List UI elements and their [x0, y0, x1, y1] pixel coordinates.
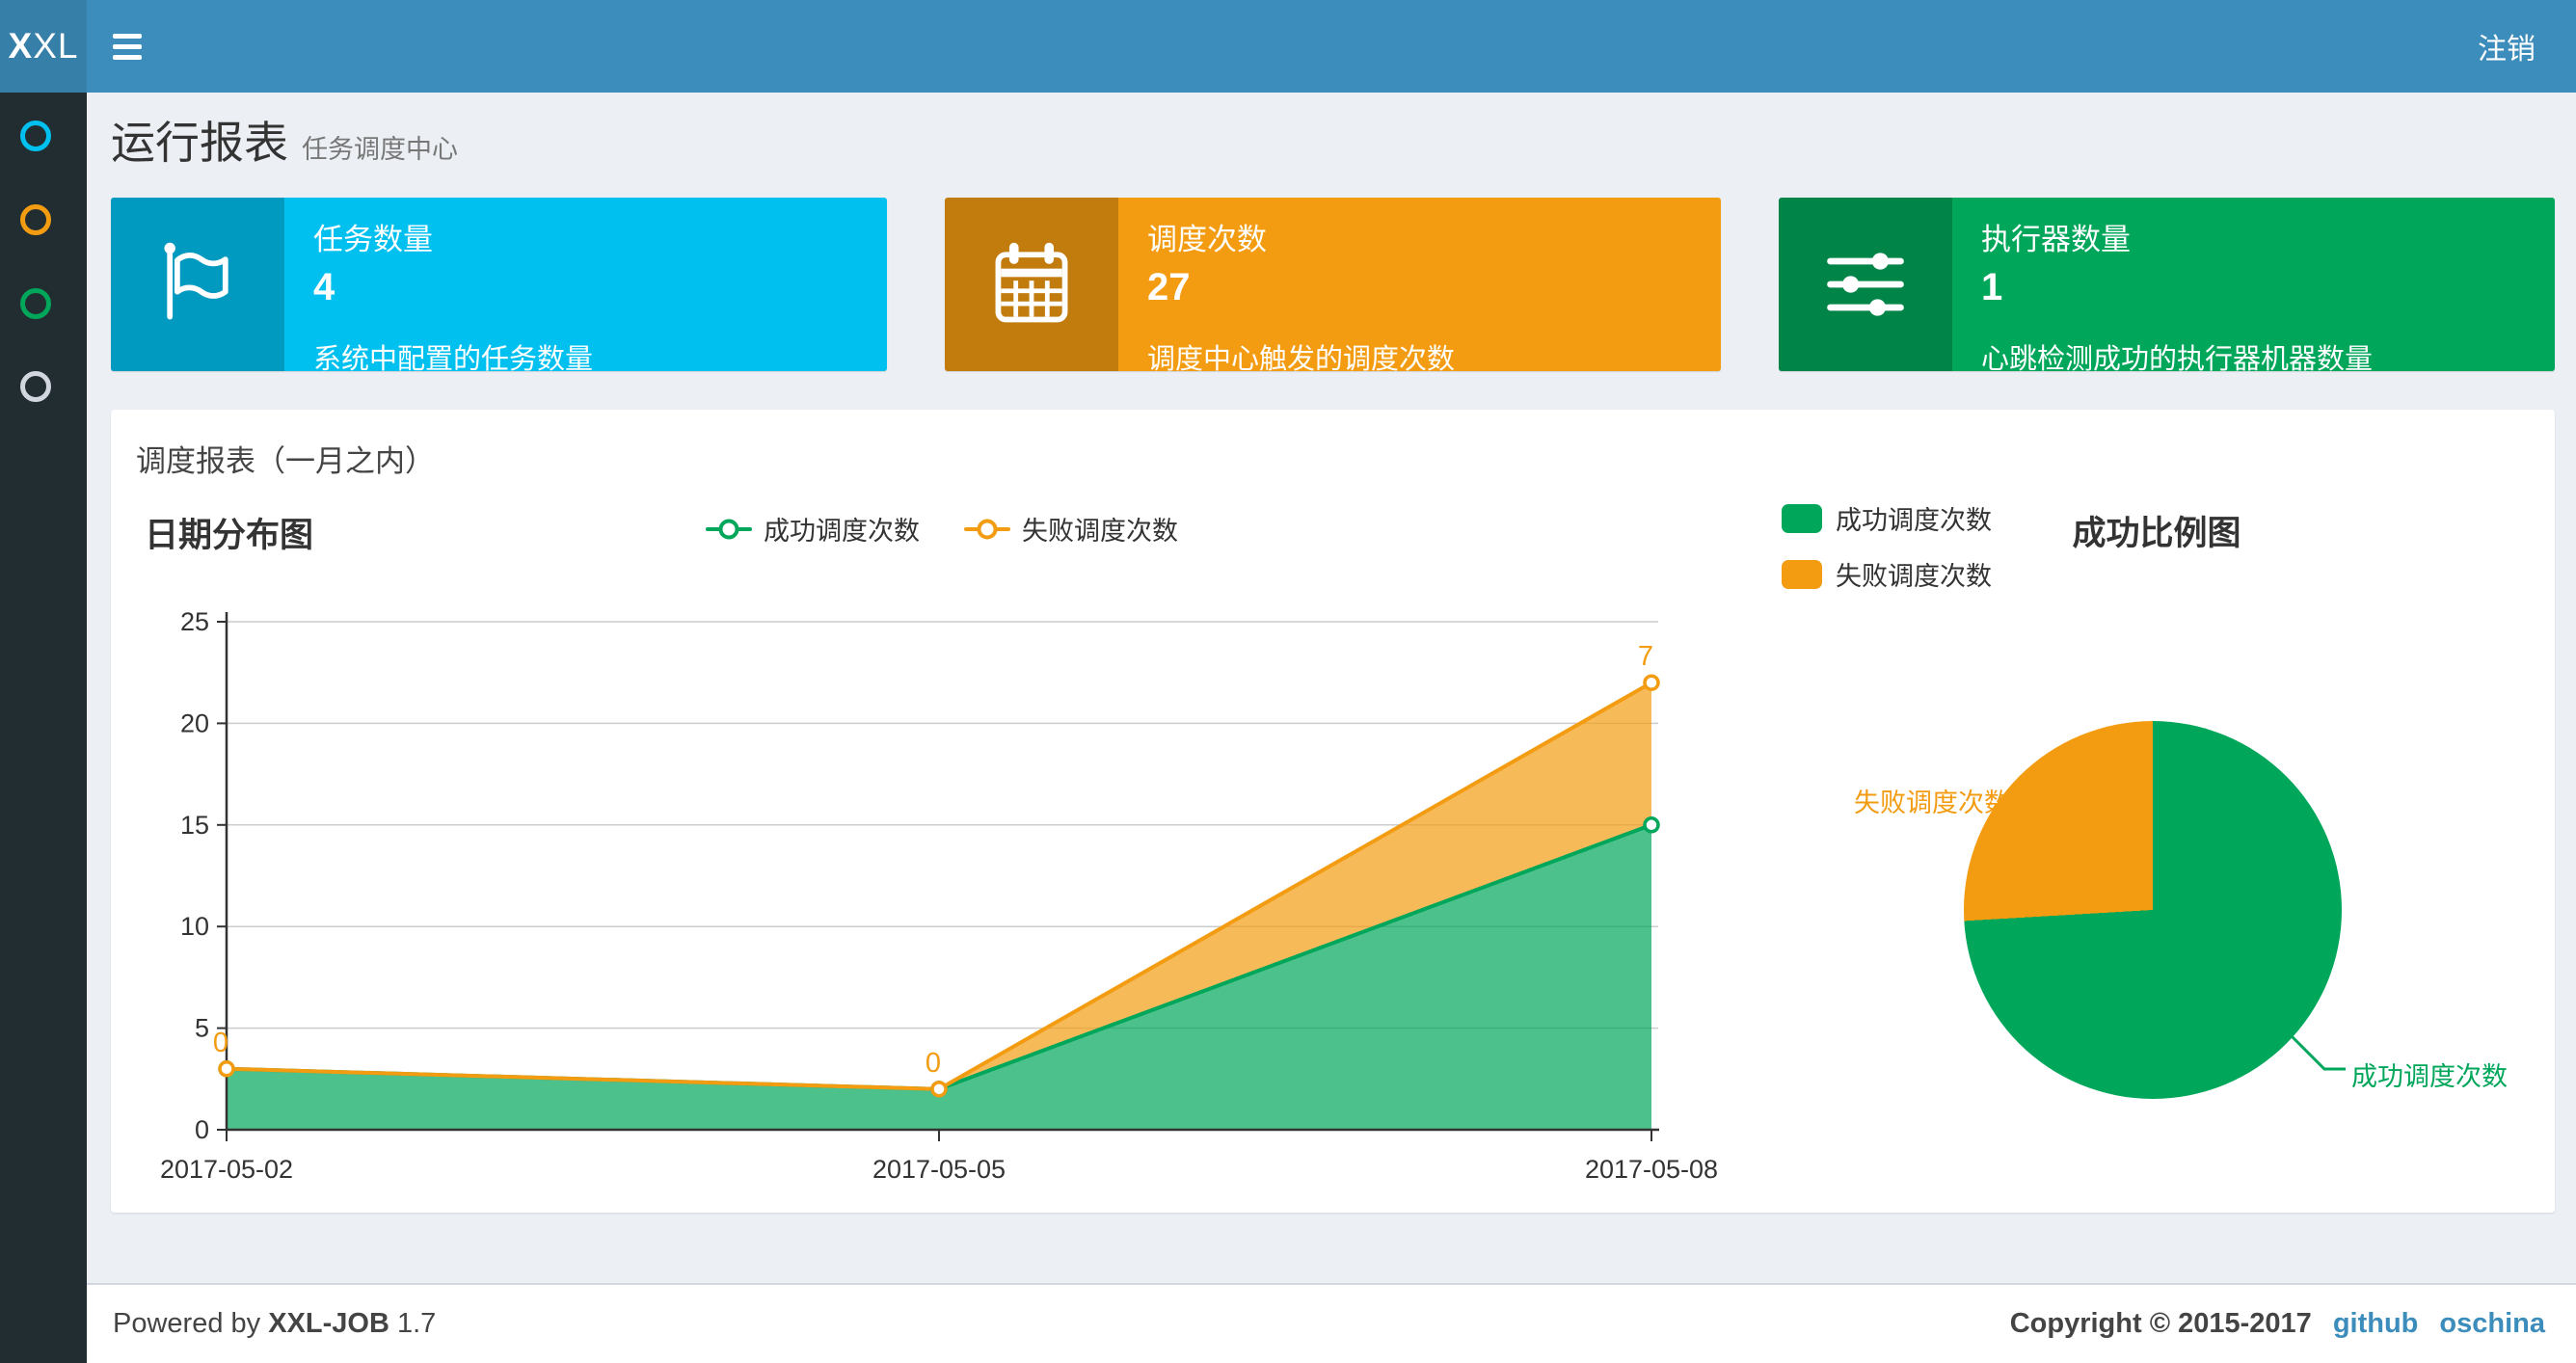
stat-card-label: 任务数量	[313, 223, 433, 256]
date-distribution-chart: 05101520252017-05-02 2017-05-05 2017-05-08…	[160, 607, 1718, 1184]
stat-card-description: 调度中心触发的调度次数	[1147, 344, 1456, 371]
svg-text:20: 20	[180, 708, 209, 737]
circle-icon	[20, 288, 51, 319]
swatch-icon	[1782, 503, 1822, 533]
svg-text:10: 10	[180, 912, 209, 941]
github-link[interactable]: github	[2333, 1308, 2419, 1340]
pie-chart-legend: 成功调度次数 失败调度次数	[1782, 499, 1992, 593]
oschina-link[interactable]: oschina	[2439, 1308, 2545, 1340]
stat-card-description: 系统中配置的任务数量	[313, 344, 594, 371]
svg-text:15: 15	[180, 811, 209, 840]
swatch-icon	[1782, 559, 1822, 589]
legend-label: 成功调度次数	[1836, 506, 1992, 535]
sliders-icon	[1779, 198, 1952, 371]
brand: XXL-JOB	[268, 1308, 389, 1339]
content-header: 运行报表 任务调度中心	[111, 108, 458, 172]
panel-title: 调度报表（一月之内）	[136, 444, 435, 478]
top-navbar: X XL 注销	[0, 0, 2576, 93]
logout-button[interactable]: 注销	[2437, 0, 2576, 93]
success-ratio-pie	[1964, 721, 2342, 1099]
stat-card-triggers: 调度次数 27 调度中心触发的调度次数	[945, 198, 1721, 371]
sidebar-item-2[interactable]	[20, 204, 55, 239]
sidebar-item-3[interactable]	[20, 288, 55, 323]
pie-label-fail: 失败调度次数	[1854, 788, 2010, 817]
version: 1.7	[396, 1308, 437, 1339]
sidebar-item-1[interactable]	[20, 120, 55, 155]
stat-card-value: 27	[1147, 266, 1191, 308]
logo-rest: XL	[33, 26, 79, 66]
svg-text:25: 25	[180, 607, 209, 636]
flag-icon	[111, 198, 284, 371]
stat-card-value: 4	[313, 266, 335, 308]
circle-icon	[20, 204, 51, 235]
svg-text:0: 0	[213, 1028, 228, 1058]
stat-card-body: 执行器数量 1 心跳检测成功的执行器机器数量	[1952, 198, 2555, 371]
svg-text:0: 0	[926, 1048, 941, 1079]
legend-label: 失败调度次数	[1836, 562, 1992, 591]
svg-text:2017-05-08: 2017-05-08	[1585, 1155, 1718, 1184]
report-panel: 调度报表（一月之内） 日期分布图 成功调度次数 失败调度次数 0 5 10 15 20 2…	[111, 410, 2555, 1213]
circle-icon	[20, 371, 51, 402]
powered-by: Powered by XXL-JOB 1.7	[113, 1308, 436, 1340]
app-logo[interactable]: X XL	[0, 0, 87, 93]
calendar-icon	[945, 198, 1118, 371]
sidebar	[0, 93, 87, 1363]
line-series-icon	[964, 526, 1010, 531]
stat-card-jobs: 任务数量 4 系统中配置的任务数量	[111, 198, 887, 371]
stat-card-value: 1	[1981, 266, 2003, 308]
svg-text:2017-05-02: 2017-05-02	[160, 1155, 293, 1184]
sidebar-item-4[interactable]	[20, 371, 55, 406]
stat-card-body: 任务数量 4 系统中配置的任务数量	[284, 198, 887, 371]
powered-prefix: Powered by	[113, 1308, 261, 1339]
stat-card-label: 执行器数量	[1981, 223, 2131, 256]
stat-card-label: 调度次数	[1147, 223, 1267, 256]
stat-card-description: 心跳检测成功的执行器机器数量	[1981, 344, 2374, 371]
svg-text:2017-05-05: 2017-05-05	[872, 1155, 1006, 1184]
hamburger-icon	[113, 33, 142, 39]
stat-card-executors: 执行器数量 1 心跳检测成功的执行器机器数量	[1779, 198, 2555, 371]
sidebar-toggle-button[interactable]	[87, 0, 168, 93]
stat-card-body: 调度次数 27 调度中心触发的调度次数	[1118, 198, 1721, 371]
pie-legend-item-fail[interactable]: 失败调度次数	[1782, 555, 1992, 593]
svg-text:7: 7	[1638, 641, 1653, 672]
svg-text:5: 5	[195, 1014, 209, 1043]
page-title: 运行报表	[111, 118, 288, 168]
stat-cards-row: 任务数量 4 系统中配置的任务数量 调度次数 27 调度中心触发的调度次数 执行…	[111, 198, 2555, 371]
footer: Powered by XXL-JOB 1.7 Copyright © 2015-…	[87, 1283, 2576, 1363]
line-series-icon	[706, 526, 752, 531]
copyright: Copyright © 2015-2017	[2009, 1308, 2312, 1339]
pie-chart-title: 成功比例图	[2072, 515, 2241, 552]
logo-bold: X	[8, 26, 34, 66]
pie-legend-item-success[interactable]: 成功调度次数	[1782, 499, 1992, 537]
svg-text:0: 0	[195, 1115, 209, 1144]
circle-icon	[20, 120, 51, 151]
page-subtitle: 任务调度中心	[302, 135, 458, 164]
page: X XL 注销 运行报表 任务调度中心 任务数量 4 系统中配置的任务数量 调度…	[0, 0, 2576, 1363]
pie-label-success: 成功调度次数	[2351, 1062, 2508, 1091]
